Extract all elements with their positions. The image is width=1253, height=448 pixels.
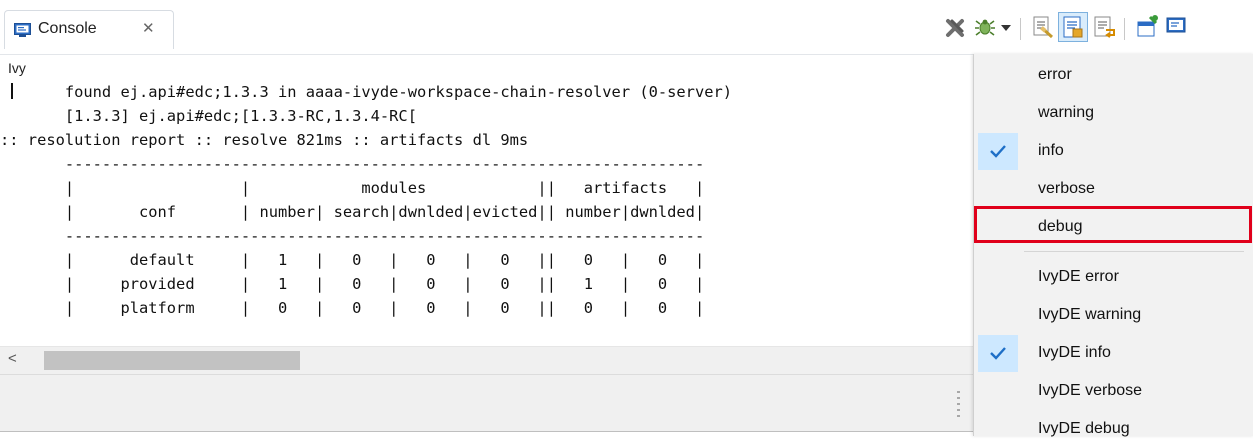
menu-item-ivyde-info[interactable]: IvyDE info — [974, 335, 1253, 372]
toolbar-separator — [1124, 18, 1125, 40]
tab-console-label: Console — [38, 20, 97, 37]
console-line: :: resolution report :: resolve 821ms ::… — [0, 131, 529, 149]
menu-item-info[interactable]: info — [974, 133, 1253, 170]
view-tab-bar: Console ✕ — [0, 0, 1253, 55]
word-wrap-icon[interactable] — [1092, 14, 1118, 40]
console-line: ----------------------------------------… — [0, 227, 705, 245]
toolbar-separator — [1020, 18, 1021, 40]
open-console-icon[interactable] — [1164, 14, 1190, 40]
console-line: | conf | number| search|dwnlded|evicted|… — [0, 203, 705, 221]
log-level-menu: error warning info verbose debug IvyDE error I… — [973, 54, 1253, 437]
menu-item-label: IvyDE error — [1038, 268, 1119, 285]
pin-console-icon[interactable] — [1134, 14, 1160, 40]
menu-item-label: IvyDE verbose — [1038, 382, 1143, 399]
console-line: ----------------------------------------… — [0, 155, 705, 173]
menu-item-verbose[interactable]: verbose — [974, 171, 1253, 208]
menu-item-label: warning — [1038, 104, 1095, 121]
remove-all-terminated-icon[interactable] — [942, 14, 968, 40]
menu-item-warning[interactable]: warning — [974, 95, 1253, 132]
console-line: | platform | 0 | 0 | 0 | 0 || 0 | 0 | — [0, 299, 705, 317]
menu-separator — [1024, 251, 1244, 252]
console-name: Ivy — [8, 60, 26, 76]
console-line: found ej.api#edc;1.3.3 in aaaa-ivyde-wor… — [0, 83, 733, 101]
menu-item-error[interactable]: error — [974, 57, 1253, 94]
menu-item-label: IvyDE info — [1038, 344, 1111, 361]
horizontal-scrollbar[interactable]: < — [0, 346, 980, 374]
console-line: | default | 1 | 0 | 0 | 0 || 0 | 0 | — [0, 251, 705, 269]
menu-item-label: IvyDE debug — [1038, 420, 1130, 437]
console-output[interactable]: found ej.api#edc;1.3.3 in aaaa-ivyde-wor… — [0, 80, 732, 320]
menu-item-ivyde-debug[interactable]: IvyDE debug — [974, 411, 1253, 448]
clear-console-icon[interactable] — [1030, 14, 1056, 40]
resize-grip-icon[interactable] — [957, 391, 960, 417]
scroll-left-icon[interactable]: < — [8, 350, 17, 367]
menu-item-debug[interactable]: debug — [974, 206, 1253, 246]
status-bar — [0, 374, 980, 432]
checkmark-icon — [978, 133, 1018, 170]
menu-item-ivyde-warning[interactable]: IvyDE warning — [974, 297, 1253, 334]
menu-item-label: IvyDE warning — [1038, 306, 1142, 323]
highlight-box — [974, 206, 1252, 243]
console-toolbar — [942, 12, 1253, 44]
scroll-lock-icon[interactable] — [1058, 12, 1088, 42]
menu-item-label: info — [1038, 142, 1064, 159]
tab-console[interactable]: Console ✕ — [4, 10, 174, 49]
menu-item-label: verbose — [1038, 180, 1095, 197]
menu-item-label: error — [1038, 66, 1072, 83]
dropdown-arrow-icon[interactable] — [1000, 20, 1012, 46]
console-line: | provided | 1 | 0 | 0 | 0 || 1 | 0 | — [0, 275, 705, 293]
menu-item-ivyde-verbose[interactable]: IvyDE verbose — [974, 373, 1253, 410]
close-icon[interactable]: ✕ — [142, 19, 155, 37]
menu-item-ivyde-error[interactable]: IvyDE error — [974, 259, 1253, 296]
checkmark-icon — [978, 335, 1018, 372]
debug-level-icon[interactable] — [972, 14, 998, 40]
console-line: [1.3.3] ej.api#edc;[1.3.3-RC,1.3.4-RC[ — [0, 107, 417, 125]
scrollbar-thumb[interactable] — [44, 351, 300, 370]
console-line: | | modules || artifacts | — [0, 179, 705, 197]
console-icon — [14, 23, 31, 37]
